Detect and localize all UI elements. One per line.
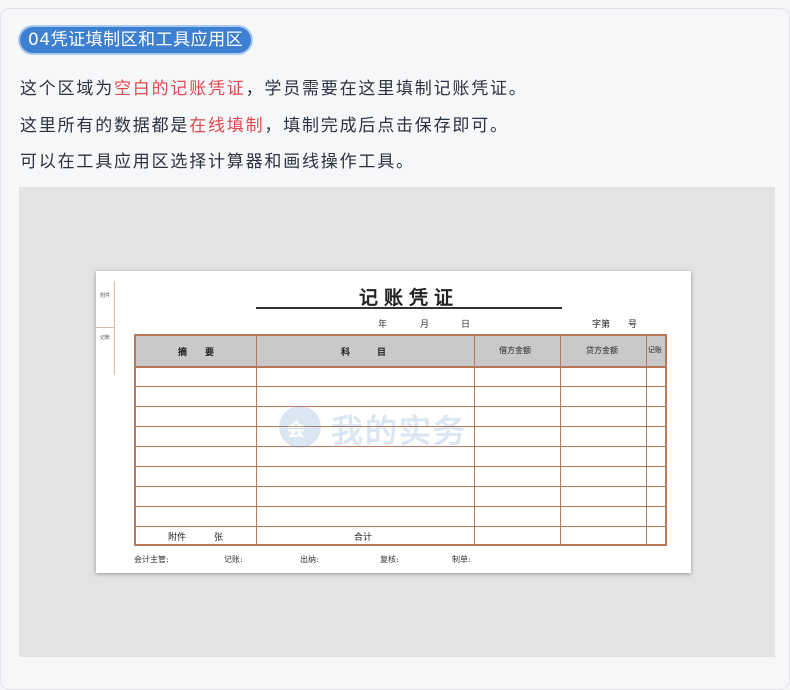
table-row[interactable] xyxy=(136,486,665,487)
voucher-paper[interactable]: 附件 记账 记账凭证 年 月 日 字第 号 摘 要 科 目 借方金额 贷方金额 … xyxy=(96,271,691,573)
footer-attachments: 附件 xyxy=(168,533,187,543)
date-month: 月 xyxy=(420,320,430,330)
voucher-table[interactable]: 摘 要 科 目 借方金额 贷方金额 记账 附件 张 合计 xyxy=(134,334,667,546)
section-tag: 04凭证填制区和工具应用区 xyxy=(20,27,252,53)
highlight-blank-voucher: 空白的记账凭证 xyxy=(114,79,246,99)
header-account: 科 目 xyxy=(341,348,387,358)
voucher-title: 记账凭证 xyxy=(358,287,459,309)
header-posted: 记账 xyxy=(648,346,662,354)
description-line-1: 这个区域为空白的记账凭证，学员需要在这里填制记账凭证。 xyxy=(20,79,528,99)
table-row[interactable] xyxy=(136,426,665,427)
header-debit: 借方金额 xyxy=(499,346,531,355)
sig-bookkeeper: 记账: xyxy=(224,555,243,564)
voucher-screenshot-area: 附件 记账 记账凭证 年 月 日 字第 号 摘 要 科 目 借方金额 贷方金额 … xyxy=(19,187,775,657)
voucher-number-prefix: 字第 xyxy=(592,320,611,330)
table-row[interactable] xyxy=(136,446,665,447)
highlight-online-fill: 在线填制 xyxy=(189,116,265,136)
description-line-2: 这里所有的数据都是在线填制，填制完成后点击保存即可。 xyxy=(20,116,509,136)
sig-reviewer: 复核: xyxy=(380,555,399,564)
sig-supervisor: 会计主管: xyxy=(134,555,169,564)
sig-maker: 制单: xyxy=(452,555,471,564)
table-row[interactable] xyxy=(136,386,665,387)
voucher-stub: 附件 记账 xyxy=(96,281,115,375)
description-line-3: 可以在工具应用区选择计算器和画线操作工具。 xyxy=(20,152,415,172)
stub-label-bottom: 记账 xyxy=(99,335,110,341)
footer-total: 合计 xyxy=(354,533,373,543)
table-row[interactable] xyxy=(136,506,665,507)
table-footer-row xyxy=(136,526,665,527)
header-credit: 贷方金额 xyxy=(586,346,618,355)
stub-label-top: 附件 xyxy=(99,293,110,299)
footer-sheets: 张 xyxy=(214,533,224,543)
sig-cashier: 出纳: xyxy=(300,555,319,564)
date-day: 日 xyxy=(461,320,471,330)
table-row[interactable] xyxy=(136,466,665,467)
title-underline xyxy=(256,307,562,309)
date-year: 年 xyxy=(378,320,388,330)
voucher-number-suffix: 号 xyxy=(628,320,638,330)
table-row[interactable] xyxy=(136,406,665,407)
header-summary: 摘 要 xyxy=(178,348,215,358)
